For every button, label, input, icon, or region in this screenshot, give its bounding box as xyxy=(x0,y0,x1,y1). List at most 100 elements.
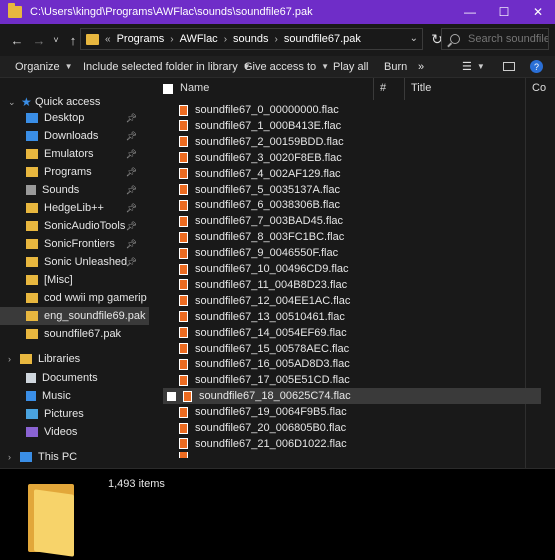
column-divider[interactable] xyxy=(404,78,405,100)
recent-locations-icon[interactable]: ˅ xyxy=(50,28,62,52)
sidebar-item-label: Desktop xyxy=(44,112,85,124)
list-item[interactable]: soundfile67_13_00510461.flac xyxy=(163,309,543,325)
list-item[interactable]: soundfile67_8_003FC1BC.flac xyxy=(163,229,543,245)
pin-icon[interactable]: 📌︎ xyxy=(126,239,137,250)
row-checkbox[interactable] xyxy=(167,391,176,401)
chevron-down-icon[interactable]: ⌄ xyxy=(8,97,16,108)
sidebar-item-sonic-unleashed[interactable]: Sonic Unleashed (USA 📌︎ xyxy=(0,253,149,271)
file-list: Name # Title Co soundfile67_0_00000000.f… xyxy=(149,78,555,468)
list-item[interactable]: soundfile67_21_006D1022.flac xyxy=(163,436,543,452)
list-item[interactable]: soundfile67_14_0054EF69.flac xyxy=(163,325,543,341)
chevron-down-icon[interactable]: ⌄ xyxy=(410,33,418,44)
pin-icon[interactable]: 📌︎ xyxy=(126,131,137,142)
address-bar[interactable]: « Programs › AWFlac › sounds › soundfile… xyxy=(80,28,423,50)
sidebar-item-emulators[interactable]: Emulators 📌︎ xyxy=(0,145,149,163)
sidebar-item-libraries[interactable]: › Libraries xyxy=(0,350,149,368)
organize-button[interactable]: Organize ▼ xyxy=(15,61,73,73)
pin-icon[interactable]: 📌︎ xyxy=(126,257,137,268)
list-item[interactable]: soundfile67_2_00159BDD.flac xyxy=(163,134,543,150)
sidebar-item-this-pc[interactable]: › This PC xyxy=(0,448,149,466)
sidebar-item-desktop[interactable]: Desktop 📌︎ xyxy=(0,109,149,127)
list-item[interactable]: soundfile67_16_005AD8D3.flac xyxy=(163,356,543,372)
sidebar-item-soundfile67[interactable]: soundfile67.pak xyxy=(0,325,149,343)
burn-button[interactable]: Burn xyxy=(384,61,407,73)
sidebar-item-documents[interactable]: Documents xyxy=(0,369,149,387)
column-number[interactable]: # xyxy=(380,82,386,94)
breadcrumb-sounds[interactable]: sounds xyxy=(233,33,268,45)
list-item[interactable]: soundfile67_15_00578AEC.flac xyxy=(163,341,543,357)
sidebar-item-misc[interactable]: [Misc] xyxy=(0,271,149,289)
maximize-button[interactable]: ☐ xyxy=(487,0,521,24)
flac-file-icon xyxy=(179,358,188,370)
include-in-library-button[interactable]: Include selected folder in library ▼ xyxy=(83,61,251,73)
pin-icon[interactable]: 📌︎ xyxy=(126,113,137,124)
sidebar-item-eng-soundfile69[interactable]: eng_soundfile69.pak xyxy=(0,307,149,325)
column-contributing-artists[interactable]: Co xyxy=(532,82,546,94)
breadcrumb-awflac[interactable]: AWFlac xyxy=(180,33,218,45)
list-item[interactable]: soundfile67_1_000B413E.flac xyxy=(163,118,543,134)
column-divider[interactable] xyxy=(373,78,374,100)
sidebar-item-videos[interactable]: Videos xyxy=(0,423,149,441)
flac-file-icon xyxy=(179,120,188,132)
sidebar-item-downloads[interactable]: Downloads 📌︎ xyxy=(0,127,149,145)
back-arrow-icon[interactable]: ← xyxy=(6,28,28,52)
sidebar-item-cod-wwii[interactable]: cod wwii mp gamerip xyxy=(0,289,149,307)
list-item[interactable]: soundfile67_12_004EE1AC.flac xyxy=(163,293,543,309)
sidebar-item-sounds[interactable]: Sounds 📌︎ xyxy=(0,181,149,199)
sidebar-item-label: HedgeLib++ xyxy=(44,202,104,214)
flac-file-icon xyxy=(179,263,188,275)
list-item[interactable]: soundfile67_3_0020F8EB.flac xyxy=(163,150,543,166)
forward-arrow-icon[interactable]: → xyxy=(28,28,50,52)
sidebar-item-pictures[interactable]: Pictures xyxy=(0,405,149,423)
column-name[interactable]: Name xyxy=(180,82,209,94)
list-item[interactable]: soundfile67_5_0035137A.flac xyxy=(163,182,543,198)
sidebar-item-label: SonicFrontiers xyxy=(44,238,115,250)
list-item[interactable]: soundfile67_11_004B8D23.flac xyxy=(163,277,543,293)
flac-file-icon xyxy=(179,327,188,339)
list-item[interactable]: soundfile67_0_00000000.flac xyxy=(163,102,543,118)
column-title[interactable]: Title xyxy=(411,82,431,94)
list-item[interactable]: soundfile67_18_00625C74.flac xyxy=(163,388,541,405)
navigation-pane: ⌄ ★ Quick access Desktop 📌︎ Downloads 📌︎… xyxy=(0,78,149,468)
caret-down-icon: ▼ xyxy=(64,62,73,71)
list-item-partial[interactable] xyxy=(163,451,543,458)
search-input[interactable] xyxy=(468,33,548,45)
play-all-button[interactable]: Play all xyxy=(333,61,368,73)
minimize-button[interactable]: — xyxy=(453,0,487,24)
pin-icon[interactable]: 📌︎ xyxy=(126,203,137,214)
more-commands-button[interactable]: » xyxy=(418,61,424,73)
list-item[interactable]: soundfile67_17_005E51CD.flac xyxy=(163,372,543,388)
sidebar-item-label: Pictures xyxy=(44,408,84,420)
overflow-chevron-icon[interactable]: « xyxy=(105,34,111,45)
preview-pane-icon[interactable] xyxy=(503,62,515,71)
file-name: soundfile67_13_00510461.flac xyxy=(195,310,345,323)
file-name: soundfile67_6_0038306B.flac xyxy=(195,199,340,212)
search-box[interactable] xyxy=(441,28,549,50)
change-view-icon[interactable]: ☰ ▼ xyxy=(462,60,485,73)
breadcrumb-programs[interactable]: Programs xyxy=(117,33,165,45)
list-item[interactable]: soundfile67_10_00496CD9.flac xyxy=(163,261,543,277)
select-all-checkbox[interactable] xyxy=(163,84,173,94)
list-item[interactable]: soundfile67_4_002AF129.flac xyxy=(163,166,543,182)
list-item[interactable]: soundfile67_9_0046550F.flac xyxy=(163,245,543,261)
sidebar-item-programs[interactable]: Programs 📌︎ xyxy=(0,163,149,181)
chevron-right-icon[interactable]: › xyxy=(8,452,11,462)
pin-icon[interactable]: 📌︎ xyxy=(126,167,137,178)
sidebar-item-sonicfrontiers[interactable]: SonicFrontiers 📌︎ xyxy=(0,235,149,253)
give-access-button[interactable]: Give access to ▼ xyxy=(244,61,329,73)
breadcrumb-soundfile67[interactable]: soundfile67.pak xyxy=(284,33,361,45)
list-item[interactable]: soundfile67_6_0038306B.flac xyxy=(163,197,543,213)
help-icon[interactable]: ? xyxy=(530,60,543,73)
list-item[interactable]: soundfile67_7_003BAD45.flac xyxy=(163,213,543,229)
sidebar-item-music[interactable]: Music xyxy=(0,387,149,405)
pin-icon[interactable]: 📌︎ xyxy=(126,149,137,160)
sidebar-item-hedgelib[interactable]: HedgeLib++ 📌︎ xyxy=(0,199,149,217)
chevron-right-icon[interactable]: › xyxy=(8,354,11,364)
list-item[interactable]: soundfile67_20_006805B0.flac xyxy=(163,420,543,436)
close-button[interactable]: ✕ xyxy=(521,0,555,24)
sidebar-item-sonicaudiotools[interactable]: SonicAudioTools 📌︎ xyxy=(0,217,149,235)
pin-icon[interactable]: 📌︎ xyxy=(126,185,137,196)
pin-icon[interactable]: 📌︎ xyxy=(126,221,137,232)
flac-file-icon xyxy=(179,231,188,243)
list-item[interactable]: soundfile67_19_0064F9B5.flac xyxy=(163,404,543,420)
